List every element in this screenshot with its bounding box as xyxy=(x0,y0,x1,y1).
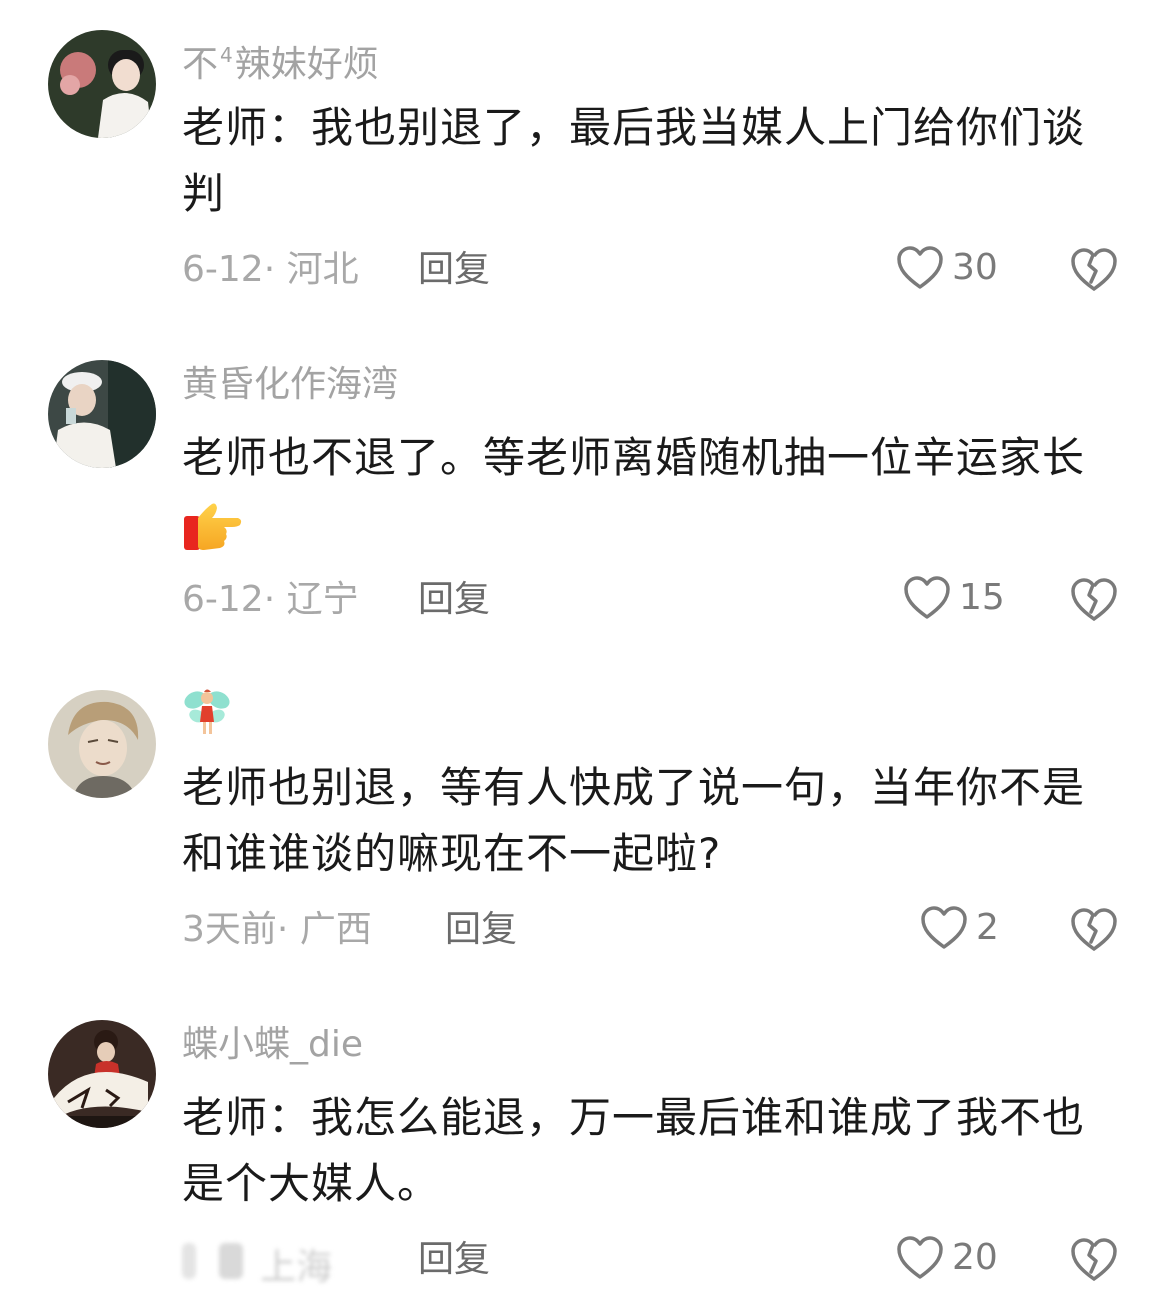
avatar[interactable] xyxy=(48,690,156,798)
avatar[interactable] xyxy=(48,360,156,468)
like-count: 15 xyxy=(959,577,1005,618)
like-button[interactable]: 30 xyxy=(896,245,998,291)
comment-meta: 6-12· 辽宁 xyxy=(182,578,359,622)
meta-separator: · xyxy=(276,909,289,950)
pointing-right-hand-icon xyxy=(184,503,242,550)
heart-icon xyxy=(897,1236,943,1279)
username[interactable]: 不 4辣妹好烦 xyxy=(182,33,379,87)
comment-location: 辽宁 xyxy=(286,579,359,620)
comment-location: 河北 xyxy=(286,249,359,290)
comment-meta: 6-12· 河北 xyxy=(182,248,359,292)
broken-heart-icon[interactable] xyxy=(1070,576,1118,624)
like-button[interactable]: 15 xyxy=(903,575,1005,621)
username-part: 辣妹好烦 xyxy=(234,44,379,85)
username[interactable]: 蝶小蝶_die xyxy=(182,1023,363,1067)
comment-text: 老师也别退，等有人快成了说一句，当年你不是和谁谁谈的嘛现在不一起啦? xyxy=(182,763,1086,878)
fairy-icon xyxy=(184,689,230,734)
comment-date: 6-12 xyxy=(182,249,264,290)
like-count: 2 xyxy=(976,907,999,948)
avatar[interactable] xyxy=(48,1020,156,1128)
comment-text-body: 老师也不退了。等老师离婚随机抽一位辛运家长 xyxy=(182,433,1086,482)
meta-separator: · xyxy=(263,249,276,290)
comment-date: 3天前 xyxy=(182,909,277,950)
broken-heart-icon[interactable] xyxy=(1070,1236,1118,1284)
comment-text: 老师：我也别退了，最后我当媒人上门给你们谈判 xyxy=(182,103,1086,218)
meta-separator: · xyxy=(263,579,276,620)
like-button[interactable]: 20 xyxy=(896,1235,998,1281)
avatar[interactable] xyxy=(48,30,156,138)
username[interactable]: 黄昏化作海湾 xyxy=(182,363,398,407)
username-part: 不 xyxy=(182,44,219,85)
reply-button[interactable]: 回复 xyxy=(418,578,490,622)
heart-icon xyxy=(904,576,950,619)
redacted-block xyxy=(219,1243,244,1279)
comment-text: 老师也不退了。等老师离婚随机抽一位辛运家长 xyxy=(182,425,1122,557)
heart-icon xyxy=(897,246,943,289)
reply-button[interactable]: 回复 xyxy=(418,1238,490,1282)
comment-meta: 上海 xyxy=(182,1238,372,1288)
username[interactable] xyxy=(182,686,232,738)
heart-icon xyxy=(921,906,967,949)
like-count: 30 xyxy=(952,247,998,288)
comment-location: 广西 xyxy=(299,909,372,950)
reply-button[interactable]: 回复 xyxy=(445,908,517,952)
broken-heart-icon[interactable] xyxy=(1070,246,1118,294)
comment-date: 6-12 xyxy=(182,579,264,620)
like-count: 20 xyxy=(952,1237,998,1278)
broken-heart-icon[interactable] xyxy=(1070,906,1118,954)
comment-location: 上海 xyxy=(260,1247,333,1288)
comment-meta: 3天前· 广西 xyxy=(182,908,372,952)
redacted-block xyxy=(182,1243,196,1279)
like-button[interactable]: 2 xyxy=(920,905,999,951)
comment-text: 老师：我怎么能退，万一最后谁和谁成了我不也是个大媒人。 xyxy=(182,1093,1086,1208)
reply-button[interactable]: 回复 xyxy=(418,248,490,292)
username-superscript: 4 xyxy=(220,43,233,67)
